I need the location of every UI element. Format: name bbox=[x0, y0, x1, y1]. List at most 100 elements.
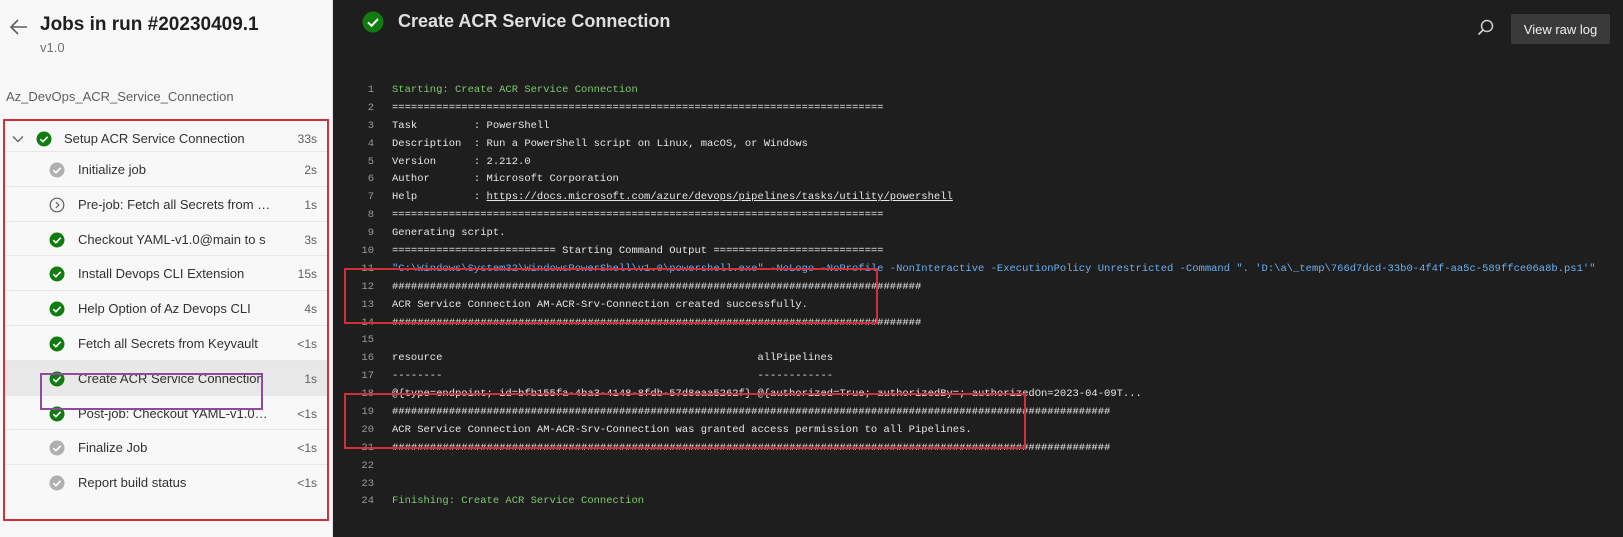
log-line-number: 23 bbox=[361, 477, 374, 490]
log-line-content: ========================================… bbox=[392, 101, 884, 114]
log-line-text: @{type=endpoint; id=bfb155fa-4ba3-4148-8… bbox=[392, 386, 1142, 404]
step-row[interactable]: Checkout YAML-v1.0@main to s 3s bbox=[5, 220, 327, 257]
log-line-number: 19 bbox=[361, 406, 374, 419]
log-line-content: ########################################… bbox=[392, 280, 922, 293]
step-label: Initialize job bbox=[78, 162, 146, 177]
log-line-text: Help : https://docs.microsoft.com/azure/… bbox=[392, 189, 953, 207]
log-line: 23 bbox=[334, 476, 1623, 494]
log-line-number: 16 bbox=[361, 352, 374, 365]
success-check-icon bbox=[49, 266, 65, 282]
step-duration: 3s bbox=[304, 232, 317, 247]
log-line: 17 -------- ------------ bbox=[334, 368, 1623, 386]
log-line-number: 4 bbox=[367, 137, 374, 150]
jobs-panel: Jobs in run #20230409.1 v1.0 Az_DevOps_A… bbox=[0, 0, 333, 537]
step-duration: 15s bbox=[297, 267, 317, 282]
log-line-number: 10 bbox=[361, 245, 374, 258]
step-label: Help Option of Az Devops CLI bbox=[78, 301, 251, 317]
chevron-down-icon[interactable] bbox=[11, 132, 25, 146]
step-row[interactable]: Finalize Job <1s bbox=[5, 429, 327, 465]
log-line-text: Finishing: Create ACR Service Connection bbox=[392, 493, 644, 511]
log-line-content: @{type=endpoint; id=bfb155fa-4ba3-4148-8… bbox=[392, 388, 1142, 401]
log-line-content: ACR Service Connection AM-ACR-Srv-Connec… bbox=[392, 298, 808, 311]
step-label: Report build status bbox=[78, 475, 187, 491]
log-output: 1 Starting: Create ACR Service Connection… bbox=[334, 82, 1623, 511]
step-label: Fetch all Secrets from Keyvault bbox=[78, 336, 258, 351]
success-check-icon bbox=[36, 131, 52, 147]
log-line-content: Starting: Create ACR Service Connection bbox=[392, 84, 638, 96]
step-label: Create ACR Service Connection bbox=[78, 370, 264, 386]
log-line-content: ########################################… bbox=[392, 406, 1111, 419]
log-line-text: -------- ------------ bbox=[392, 368, 833, 386]
step-row[interactable]: Help Option of Az Devops CLI 4s bbox=[5, 290, 327, 326]
step-row[interactable]: Initialize job 2s bbox=[5, 151, 327, 187]
log-line: 12 ######################################… bbox=[334, 279, 1623, 297]
step-label: Finalize Job bbox=[78, 440, 148, 456]
step-row[interactable]: Report build status <1s bbox=[5, 464, 327, 500]
log-line-number: 11 bbox=[361, 262, 374, 275]
log-line-content: ========================================… bbox=[392, 209, 884, 222]
log-line: 5 Version : 2.212.0 bbox=[334, 154, 1623, 172]
log-line-content: ACR Service Connection AM-ACR-Srv-Connec… bbox=[392, 423, 972, 436]
step-label: Checkout YAML-v1.0@main to s bbox=[78, 231, 266, 247]
skipped-check-icon bbox=[49, 440, 65, 456]
log-line: 13 ACR Service Connection AM-ACR-Srv-Conn… bbox=[334, 297, 1623, 315]
back-arrow-icon[interactable] bbox=[8, 16, 30, 38]
run-title: Jobs in run #20230409.1 bbox=[40, 14, 259, 35]
log-line: 22 bbox=[334, 458, 1623, 476]
pending-arrow-icon bbox=[49, 197, 65, 213]
step-label: Install Devops CLI Extension bbox=[78, 266, 245, 282]
log-line: 11 "C:\Windows\System32\WindowsPowerShell… bbox=[334, 261, 1623, 279]
log-line: 14 ######################################… bbox=[334, 315, 1623, 333]
log-line-text: ========================================… bbox=[392, 100, 883, 118]
log-line-number: 8 bbox=[367, 209, 374, 222]
log-line-number: 12 bbox=[361, 280, 374, 293]
step-label: Post-job: Checkout YAML-v1.0@... bbox=[78, 405, 276, 421]
step-row[interactable]: Pre-job: Fetch all Secrets from Key... 1s bbox=[5, 185, 327, 222]
log-line-number: 2 bbox=[367, 101, 374, 114]
log-line: 6 Author : Microsoft Corporation bbox=[334, 171, 1623, 189]
log-line-content: Description : Run a PowerShell script on… bbox=[392, 137, 808, 150]
log-line-content: Finishing: Create ACR Service Connection bbox=[392, 495, 645, 508]
view-raw-log-button[interactable]: View raw log bbox=[1511, 14, 1610, 44]
step-row[interactable]: Install Devops CLI Extension 15s bbox=[5, 255, 327, 291]
search-icon[interactable] bbox=[1476, 18, 1496, 38]
log-line-text: ########################################… bbox=[392, 404, 1110, 422]
step-duration: <1s bbox=[297, 337, 317, 351]
success-check-icon bbox=[49, 301, 65, 317]
step-duration: 1s bbox=[304, 197, 317, 212]
log-line-text: ACR Service Connection AM-ACR-Srv-Connec… bbox=[392, 297, 808, 315]
log-line-text: ACR Service Connection AM-ACR-Srv-Connec… bbox=[392, 422, 972, 440]
log-line-content: Author : Microsoft Corporation bbox=[392, 173, 619, 186]
skipped-check-icon bbox=[49, 475, 65, 491]
step-duration: <1s bbox=[297, 441, 317, 456]
log-line-number: 9 bbox=[367, 227, 374, 240]
log-line-number: 22 bbox=[361, 459, 374, 472]
success-check-icon bbox=[49, 232, 65, 248]
help-link[interactable]: https://docs.microsoft.com/azure/devops/… bbox=[487, 191, 953, 203]
log-line-number: 20 bbox=[361, 423, 374, 436]
log-line-text: Task : PowerShell bbox=[392, 118, 550, 136]
log-line: 2 =======================================… bbox=[334, 100, 1623, 118]
log-line-content: Generating script. bbox=[392, 227, 506, 240]
step-row[interactable]: Fetch all Secrets from Keyvault <1s bbox=[5, 325, 327, 361]
log-line-text: Version : 2.212.0 bbox=[392, 154, 531, 172]
log-line-text: Description : Run a PowerShell script on… bbox=[392, 136, 808, 154]
run-version: v1.0 bbox=[40, 40, 65, 55]
step-duration: 1s bbox=[304, 371, 317, 386]
step-row[interactable]: Post-job: Checkout YAML-v1.0@... <1s bbox=[5, 394, 327, 431]
job-duration: 33s bbox=[297, 132, 317, 146]
success-check-icon bbox=[362, 11, 384, 33]
log-line-number: 18 bbox=[361, 388, 374, 401]
step-row[interactable]: Create ACR Service Connection 1s bbox=[5, 359, 327, 396]
step-duration: 4s bbox=[304, 302, 317, 317]
log-line-text: ========================== Starting Comm… bbox=[392, 243, 883, 261]
log-line-number: 5 bbox=[367, 155, 374, 168]
log-line-content: -------- ------------ bbox=[392, 370, 834, 383]
log-line-content: resource allPipelines bbox=[392, 352, 834, 365]
skipped-check-icon bbox=[49, 162, 65, 178]
success-check-icon bbox=[49, 336, 65, 352]
log-line-text: Starting: Create ACR Service Connection bbox=[392, 82, 638, 100]
log-line: 15 bbox=[334, 332, 1623, 350]
log-line-number: 7 bbox=[367, 191, 374, 204]
log-line: 20 ACR Service Connection AM-ACR-Srv-Conn… bbox=[334, 422, 1623, 440]
